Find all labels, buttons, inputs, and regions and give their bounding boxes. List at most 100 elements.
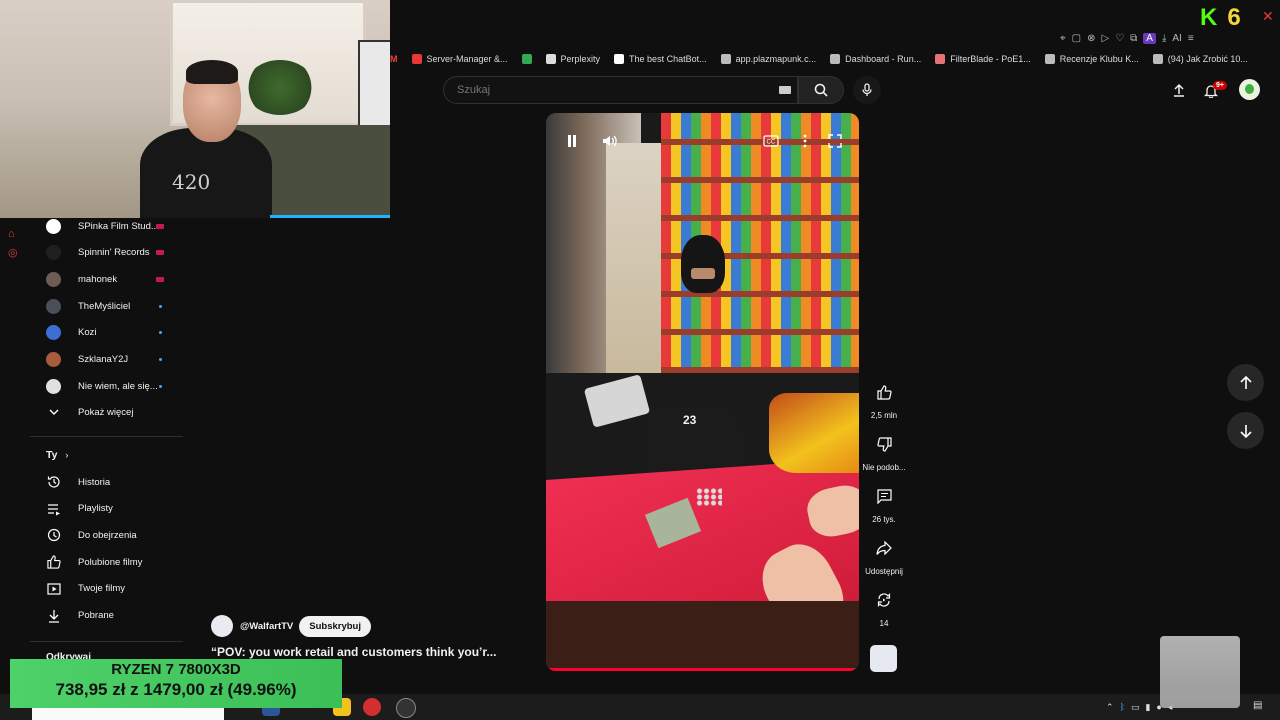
pause-icon bbox=[568, 135, 576, 147]
video-progress-bar[interactable] bbox=[546, 668, 859, 671]
sidebar-divider bbox=[30, 641, 183, 642]
close-icon[interactable]: ✕ bbox=[1262, 8, 1274, 25]
taskbar-app-obs[interactable] bbox=[396, 698, 416, 718]
like-button[interactable] bbox=[869, 377, 899, 407]
search-input[interactable] bbox=[455, 83, 779, 97]
sidebar-item-watch-later[interactable]: Do obejrzenia bbox=[30, 522, 183, 548]
voice-search-button[interactable] bbox=[853, 76, 881, 104]
menu-icon[interactable]: ≡ bbox=[1188, 33, 1194, 44]
create-button[interactable] bbox=[1168, 79, 1190, 101]
sidebar-subscription-item[interactable]: SzklanaY2J bbox=[30, 347, 183, 373]
sidebar-item-label: mahonek bbox=[78, 273, 118, 285]
account-avatar[interactable] bbox=[1239, 79, 1260, 100]
comment-count: 26 tys. bbox=[872, 515, 896, 524]
short-video-player[interactable]: 23 CC bbox=[546, 113, 859, 671]
bookmark-item[interactable]: (94) Jak Zrobić 10... bbox=[1152, 54, 1248, 64]
taskbar-app-record[interactable] bbox=[363, 698, 381, 716]
sidebar-item-label: Twoje filmy bbox=[78, 583, 125, 595]
clerk-head bbox=[681, 235, 725, 293]
bookmark-favicon-icon bbox=[521, 54, 532, 64]
live-indicator-icon bbox=[156, 276, 164, 282]
channel-sound-thumbnail[interactable] bbox=[870, 645, 897, 672]
bookmark-label: Perplexity bbox=[560, 54, 601, 64]
bookmark-item[interactable]: Server-Manager &... bbox=[411, 54, 508, 64]
stream-overlay-badge: K6 bbox=[1200, 4, 1260, 32]
heart-icon[interactable]: ♡ bbox=[1115, 33, 1124, 44]
like-action: 2,5 mln bbox=[866, 377, 902, 420]
sidebar-item-label: Pobrane bbox=[78, 610, 114, 621]
notification-center-icon[interactable]: ▤ bbox=[1253, 700, 1262, 711]
bookmark-item[interactable]: The best ChatBot... bbox=[614, 54, 707, 64]
bluetooth-icon[interactable]: ᛒ bbox=[1120, 702, 1125, 712]
bookmark-favicon-icon bbox=[935, 54, 946, 64]
sidebar-item-label: Nie wiem, ale się... bbox=[78, 380, 158, 392]
more-options-button[interactable] bbox=[794, 130, 816, 152]
sidebar-subscription-item[interactable]: Spinnin' Records bbox=[30, 240, 183, 266]
sidebar: SPinka Film Stud... Spinnin' Records mahon… bbox=[30, 218, 183, 688]
block-icon[interactable]: ⊗ bbox=[1087, 33, 1095, 44]
ai-extension[interactable]: AI bbox=[1172, 33, 1181, 44]
bookmark-item[interactable]: app.plazmapunk.c... bbox=[720, 54, 816, 64]
remix-button[interactable] bbox=[869, 585, 899, 615]
channel-avatar[interactable] bbox=[211, 615, 233, 637]
sidebar-subscription-item[interactable]: Nie wiem, ale się... bbox=[30, 373, 183, 399]
sidebar-item-label: Polubione filmy bbox=[78, 556, 143, 568]
bookmark-favicon-icon bbox=[411, 54, 422, 64]
bookmark-item[interactable]: FilterBlade - PoE1... bbox=[935, 54, 1031, 64]
sidebar-item-label: TheMyśliciel bbox=[78, 300, 131, 312]
network-icon[interactable]: ▭ bbox=[1131, 702, 1140, 713]
sidebar-section-you[interactable]: Ty › bbox=[46, 449, 68, 461]
webcam-plant bbox=[245, 60, 315, 115]
record-icon[interactable]: ◎ bbox=[8, 246, 26, 259]
bookmark-label: Server-Manager &... bbox=[426, 54, 508, 64]
fullscreen-icon bbox=[828, 134, 842, 148]
fullscreen-button[interactable] bbox=[824, 130, 846, 152]
captions-button[interactable]: CC bbox=[760, 130, 782, 152]
sidebar-item-thumb-up[interactable]: Polubione filmy bbox=[30, 549, 183, 575]
battery-icon[interactable]: ▮ bbox=[1145, 702, 1150, 713]
bookmark-item[interactable]: Recenzje Klubu K... bbox=[1044, 54, 1139, 64]
history-icon bbox=[46, 475, 61, 490]
bookmark-item[interactable] bbox=[521, 54, 532, 64]
puzzle-icon[interactable]: ⧉ bbox=[1130, 33, 1137, 44]
extension-square-icon[interactable]: ▢ bbox=[1072, 33, 1081, 44]
video-title[interactable]: “POV: you work retail and customers thin… bbox=[211, 645, 496, 659]
next-short-button[interactable] bbox=[1227, 412, 1264, 449]
keyboard-icon[interactable] bbox=[779, 86, 791, 94]
sidebar-subscription-item[interactable]: TheMyśliciel bbox=[30, 293, 183, 319]
channel-handle[interactable]: @WalfartTV bbox=[240, 621, 293, 632]
chevron-up-icon[interactable]: ⌃ bbox=[1106, 702, 1114, 713]
play-icon[interactable]: ▷ bbox=[1101, 33, 1109, 44]
sidebar-item-history[interactable]: Historia bbox=[30, 469, 183, 495]
sidebar-subscription-item[interactable]: mahonek bbox=[30, 266, 183, 292]
dislike-button[interactable] bbox=[869, 429, 899, 459]
sidebar-item-your-videos[interactable]: Twoje filmy bbox=[30, 576, 183, 602]
subscribe-button[interactable]: Subskrybuj bbox=[299, 615, 371, 637]
sidebar-item-download[interactable]: Pobrane bbox=[30, 603, 183, 629]
comments-button[interactable] bbox=[869, 481, 899, 511]
search-button[interactable] bbox=[798, 76, 844, 104]
previous-short-button[interactable] bbox=[1227, 364, 1264, 401]
new-content-dot bbox=[159, 358, 162, 361]
sidebar-item-label: Playlisty bbox=[78, 503, 113, 515]
sidebar-subscription-item[interactable]: Kozi bbox=[30, 320, 183, 346]
extension-toolbar: ⌖ ▢ ⊗ ▷ ♡ ⧉ A ⤓ AI ≡ bbox=[1060, 30, 1275, 46]
bookmark-gmail[interactable]: M bbox=[390, 54, 398, 64]
volume-button[interactable] bbox=[599, 130, 621, 152]
thumb-up-icon bbox=[876, 384, 892, 400]
pause-button[interactable] bbox=[561, 130, 583, 152]
pin-icon[interactable]: ⌖ bbox=[1060, 33, 1066, 44]
live-icon[interactable]: ⌂ bbox=[8, 228, 26, 240]
download-bar-icon[interactable]: ⤓ bbox=[1162, 33, 1166, 44]
bookmark-item[interactable]: Dashboard - Run... bbox=[830, 54, 921, 64]
sidebar-item-playlist[interactable]: Playlisty bbox=[30, 496, 183, 522]
channel-avatar bbox=[46, 271, 61, 287]
clerk-face bbox=[691, 268, 715, 279]
profile-a-icon[interactable]: A bbox=[1143, 32, 1156, 44]
share-button[interactable] bbox=[869, 533, 899, 563]
bookmark-item[interactable]: Perplexity bbox=[545, 54, 601, 64]
channel-avatar bbox=[46, 298, 61, 314]
sidebar-subscription-item[interactable]: SPinka Film Stud... bbox=[30, 213, 183, 239]
captions-icon: CC bbox=[763, 135, 779, 147]
sidebar-show-more[interactable]: Pokaż więcej bbox=[30, 400, 183, 426]
